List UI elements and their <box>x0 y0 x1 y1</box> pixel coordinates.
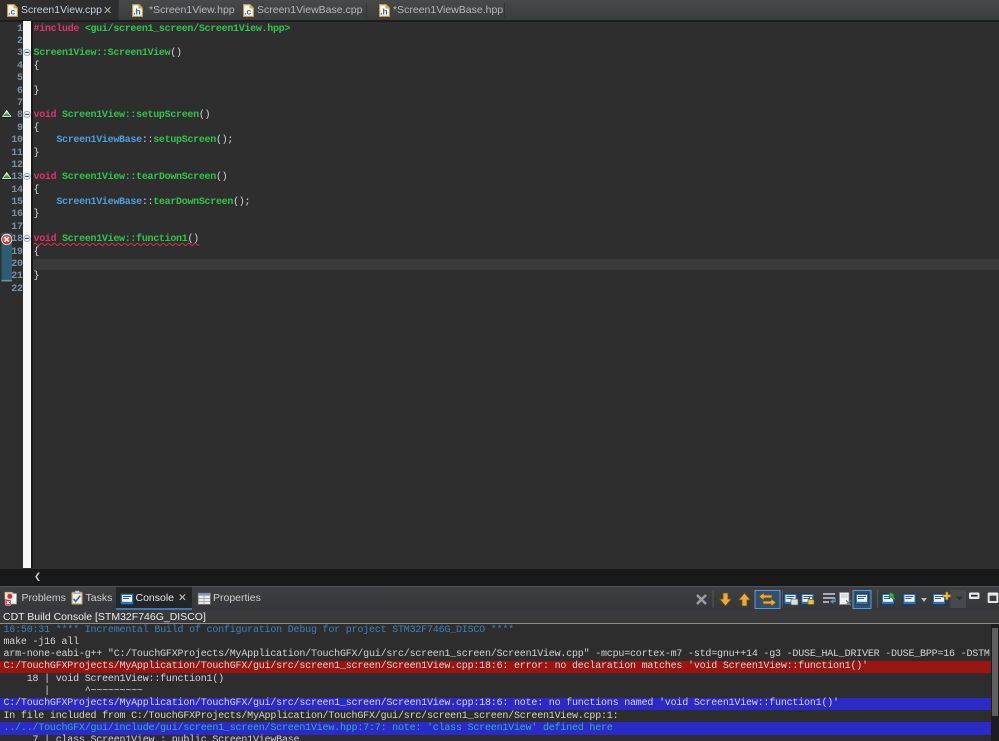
svg-text:.c: .c <box>8 7 15 17</box>
svg-text:.h: .h <box>380 7 388 17</box>
svg-text:.c: .c <box>244 7 251 17</box>
svg-text:.h: .h <box>133 7 141 17</box>
